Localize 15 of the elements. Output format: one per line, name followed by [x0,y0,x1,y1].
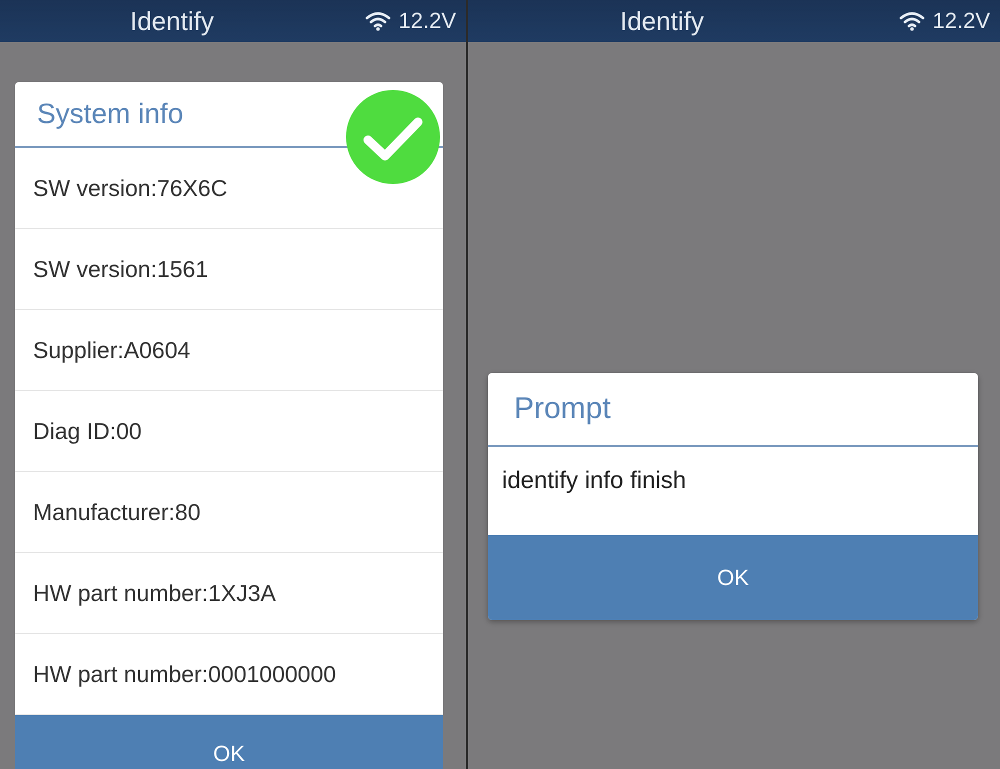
info-row: HW part number:1XJ3A [15,553,443,634]
wifi-icon [364,11,390,31]
screen-title: Identify [620,6,704,36]
dialog-title: Prompt [488,373,978,447]
info-row: Diag ID:00 [15,391,443,472]
voltage-reading: 12.2V [932,8,990,34]
wifi-icon [898,11,924,31]
info-row: Manufacturer:80 [15,472,443,553]
prompt-message: identify info finish [501,466,688,496]
info-row: SW version:1561 [15,229,443,310]
screen-title: Identify [130,6,214,36]
ok-button[interactable]: OK [15,715,443,769]
voltage-reading: 12.2V [398,8,456,34]
info-row: Supplier:A0604 [15,310,443,391]
ok-button[interactable]: OK [488,535,978,620]
